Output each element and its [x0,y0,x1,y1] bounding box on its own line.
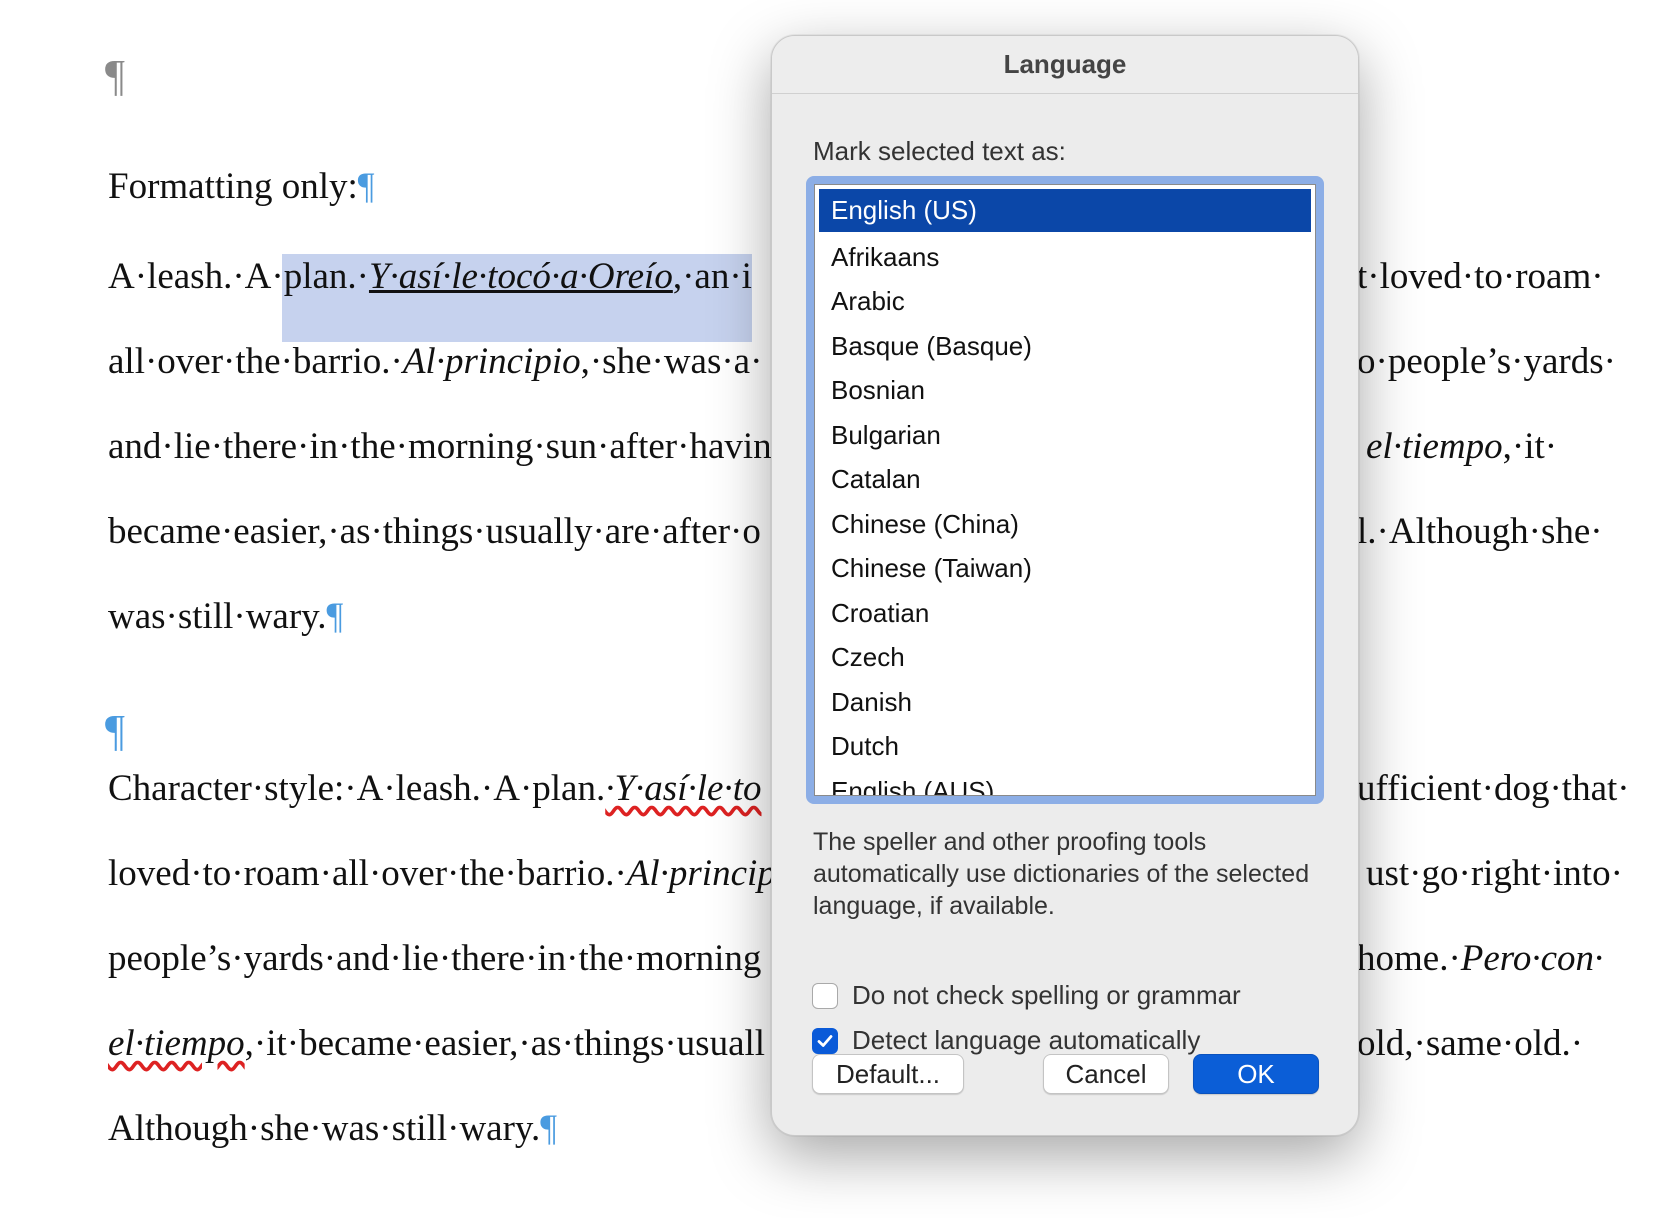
pilcrow-mark: ¶ [326,596,344,637]
no-spelling-label: Do not check spelling or grammar [852,980,1241,1010]
para2-line5: Although·she·was·still·wary.¶ [108,1110,557,1147]
detect-language-label: Detect language automatically [852,1025,1201,1055]
para1-line3-right: el·tiempo,·it· [1366,428,1557,465]
detect-language-checkbox[interactable] [812,1027,838,1054]
help-text: The speller and other proofing tools aut… [813,828,1310,920]
para2-line1-right: ufficient·dog·that· [1357,768,1630,809]
language-option[interactable]: Afrikaans [815,235,1315,280]
language-dialog: Language Mark selected text as: English … [771,35,1359,1136]
language-option[interactable]: Chinese (China) [815,502,1315,547]
italic-run: ·Y·así·le·to [605,768,762,809]
pilcrow-mark: ¶ [357,166,375,207]
language-option[interactable]: Chinese (Taiwan) [815,547,1315,592]
para2-line3: people’s·yards·and·lie·there·in·the·morn… [108,938,762,979]
text-run: loved·to·roam·all·over·the·barrio.· [108,853,627,894]
text-run: A·leash.·A· [108,256,284,297]
mark-text-prompt: Mark selected text as: [813,136,1066,166]
para2-line2-right: ust·go·right·into· [1366,853,1623,894]
detect-language-option[interactable]: Detect language automatically [812,1025,1200,1056]
language-option[interactable]: Czech [815,636,1315,681]
para2-line1: Character·style:·A·leash.·A·plan.·Y·así·… [108,770,761,807]
para1-line2: all·over·the·barrio.·Al·principio,·she·w… [108,343,762,380]
language-option[interactable]: Dutch [815,725,1315,770]
para2-line4: el·tiempo,·it·became·easier,·as·things·u… [108,1025,765,1062]
language-listbox-focus-ring: English (US) Afrikaans Arabic Basque (Basqu… [806,176,1324,804]
selected-text-run: plan.· [283,256,369,297]
text-run: home.· [1357,938,1461,979]
text-run: Although·she·was·still·wary. [108,1108,541,1149]
language-option[interactable]: Bulgarian [815,413,1315,458]
para2-line2: loved·to·roam·all·over·the·barrio.·Al·pr… [108,855,776,892]
selected-italic-run: Y·así·le·tocó·a·Oreío [368,256,673,297]
italic-run: el·tiempo [1366,426,1503,467]
language-option[interactable]: Croatian [815,591,1315,636]
italic-run: el·tiempo [108,1023,245,1064]
text-run: was·still·wary. [108,596,327,637]
language-option[interactable]: Danish [815,680,1315,725]
blank-paragraph-pilcrow: ¶ [105,706,125,755]
checkmark-icon [817,1034,833,1047]
italic-run: Al·princip [626,853,776,894]
para1-line4: became·easier,·as·things·usually·are·aft… [108,511,761,552]
language-option[interactable]: English (AUS) [815,769,1315,795]
language-option[interactable]: Arabic [815,280,1315,325]
para1-line3: and·lie·there·in·the·morning·sun·after·h… [108,426,772,467]
para1-line1-right: t·loved·to·roam· [1357,256,1604,297]
text-run: Character·style:·A·leash.·A·plan. [108,768,606,809]
cancel-button[interactable]: Cancel [1043,1054,1169,1094]
ok-button[interactable]: OK [1193,1054,1319,1094]
para1-line4-right: l.·Although·she· [1357,511,1603,552]
language-option[interactable]: Bosnian [815,369,1315,414]
dialog-title: Language [772,36,1358,94]
pilcrow-mark: ¶ [540,1108,558,1149]
heading-formatting-only: Formatting only:¶ [108,168,375,205]
language-option[interactable]: English (US) [819,189,1311,235]
language-listbox[interactable]: English (US) Afrikaans Arabic Basque (Basqu… [814,184,1316,796]
text-run: all·over·the·barrio.· [108,341,403,382]
text-run: ,·it·became·easier,·as·things·usuall [244,1023,766,1064]
para1-line2-right: o·people’s·yards· [1357,341,1616,382]
no-spelling-option[interactable]: Do not check spelling or grammar [812,980,1241,1011]
language-option[interactable]: Catalan [815,458,1315,503]
default-button[interactable]: Default... [812,1054,964,1094]
para1-line5: was·still·wary.¶ [108,598,343,635]
para2-line4-right: old,·same·old.· [1357,1023,1584,1064]
text-run: ,·she·was·a· [580,341,763,382]
text-run: ,·an·i [672,256,752,297]
para1-line1: A·leash.·A·plan.·Y·así·le·tocó·a·Oreío,·… [108,258,752,295]
italic-run: Pero·con· [1460,938,1604,979]
text-run: ,·it· [1502,426,1558,467]
heading-text: Formatting only: [108,166,358,207]
italic-run: Al·principio [402,341,581,382]
language-option[interactable]: Basque (Basque) [815,324,1315,369]
para2-line3-right: home.·Pero·con· [1357,940,1603,977]
pilcrow-mark: ¶ [105,51,125,100]
no-spelling-checkbox[interactable] [812,982,838,1009]
